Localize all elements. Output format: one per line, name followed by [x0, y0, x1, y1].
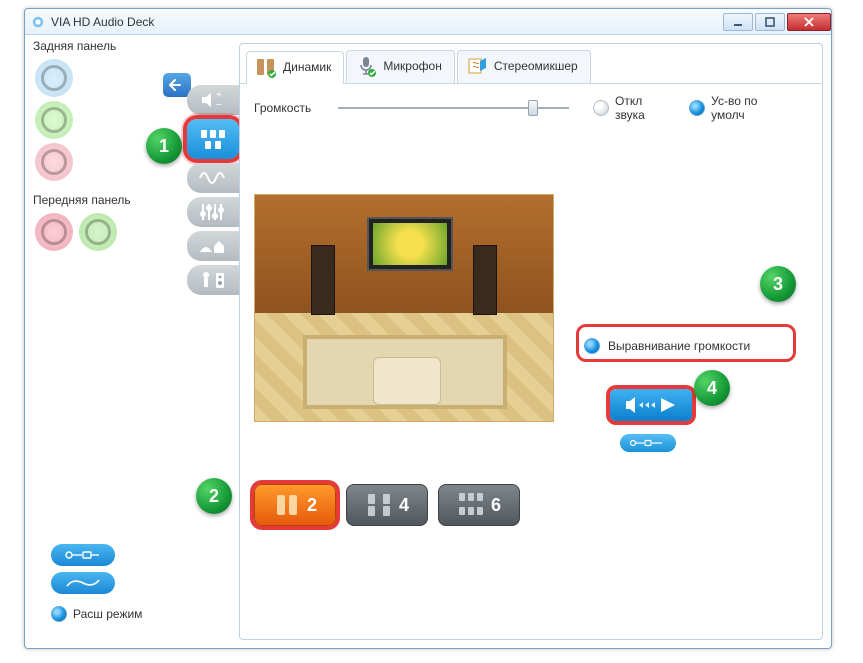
jack-rear-pink[interactable]: [35, 143, 73, 181]
left-panel: Задняя панель Передняя панель: [25, 35, 187, 648]
minimize-button[interactable]: [723, 13, 753, 31]
room-preview: [254, 194, 554, 422]
window-title: VIA HD Audio Deck: [51, 15, 721, 29]
side-tabs: +−: [187, 85, 239, 299]
loudness-leveling-label: Выравнивание громкости: [608, 339, 750, 353]
microphone-icon: [355, 55, 377, 77]
titlebar: VIA HD Audio Deck: [25, 9, 831, 35]
maximize-button[interactable]: [755, 13, 785, 31]
side-tab-speakers[interactable]: [187, 119, 239, 159]
app-icon: [31, 15, 45, 29]
jack-rear-green[interactable]: [35, 101, 73, 139]
speaker-count-row: 2 4 6: [254, 484, 520, 526]
side-tab-room[interactable]: [187, 265, 239, 295]
speaker-count-2[interactable]: 2: [254, 484, 336, 526]
jack-front-green[interactable]: [79, 213, 117, 251]
annotation-step-2: 2: [196, 478, 232, 514]
tab-microphone[interactable]: Микрофон: [346, 50, 454, 83]
top-tabs: Динамик Микрофон Стереомикшер: [240, 44, 822, 84]
main-panel: Динамик Микрофон Стереомикшер: [239, 43, 823, 640]
radio-on-icon: [51, 606, 67, 622]
rear-panel-label: Задняя панель: [25, 35, 187, 55]
svg-text:−: −: [216, 100, 222, 111]
speaker-count-4[interactable]: 4: [346, 484, 428, 526]
tab-speaker-label: Динамик: [283, 60, 331, 74]
tab-microphone-label: Микрофон: [383, 59, 441, 73]
app-window: VIA HD Audio Deck Задняя панель Передняя…: [24, 8, 832, 649]
connector-button[interactable]: [51, 544, 115, 566]
speaker-icon: [255, 56, 277, 78]
loudness-leveling-toggle[interactable]: Выравнивание громкости: [584, 338, 808, 354]
mute-toggle[interactable]: Откл звука: [593, 94, 675, 122]
annotation-step-3: 3: [760, 266, 796, 302]
close-button[interactable]: [787, 13, 831, 31]
tool-button[interactable]: [51, 572, 115, 594]
stereomixer-icon: [466, 55, 488, 77]
count-6-label: 6: [491, 495, 501, 516]
slider-thumb[interactable]: [528, 100, 538, 116]
side-tab-volume[interactable]: +−: [187, 85, 239, 115]
count-2-label: 2: [307, 495, 317, 516]
volume-slider[interactable]: [338, 100, 569, 116]
test-play-button[interactable]: [610, 389, 692, 421]
count-4-label: 4: [399, 495, 409, 516]
tab-stereomixer-label: Стереомикшер: [494, 59, 578, 73]
tab-speaker[interactable]: Динамик: [246, 51, 344, 84]
adv-mode-label: Расш режим: [73, 607, 142, 621]
tab-stereomixer[interactable]: Стереомикшер: [457, 50, 591, 83]
side-tab-wave[interactable]: [187, 163, 239, 193]
volume-label: Громкость: [254, 101, 338, 115]
mute-label: Откл звука: [615, 94, 675, 122]
side-tab-environment[interactable]: [187, 231, 239, 261]
mini-connector-button[interactable]: [620, 434, 676, 452]
radio-off-icon: [593, 100, 609, 116]
side-tab-equalizer[interactable]: [187, 197, 239, 227]
radio-on-icon: [689, 100, 705, 116]
volume-row: Громкость Откл звука Ус-во по умолч: [240, 84, 822, 126]
jack-rear-blue[interactable]: [35, 59, 73, 97]
annotation-step-1: 1: [146, 128, 182, 164]
default-device-toggle[interactable]: Ус-во по умолч: [689, 94, 794, 122]
front-panel-label: Передняя панель: [25, 189, 187, 209]
radio-on-icon: [584, 338, 600, 354]
speaker-count-6[interactable]: 6: [438, 484, 520, 526]
jack-front-pink[interactable]: [35, 213, 73, 251]
default-label: Ус-во по умолч: [711, 94, 794, 122]
annotation-step-4: 4: [694, 370, 730, 406]
adv-mode-toggle[interactable]: Расш режим: [51, 606, 191, 622]
